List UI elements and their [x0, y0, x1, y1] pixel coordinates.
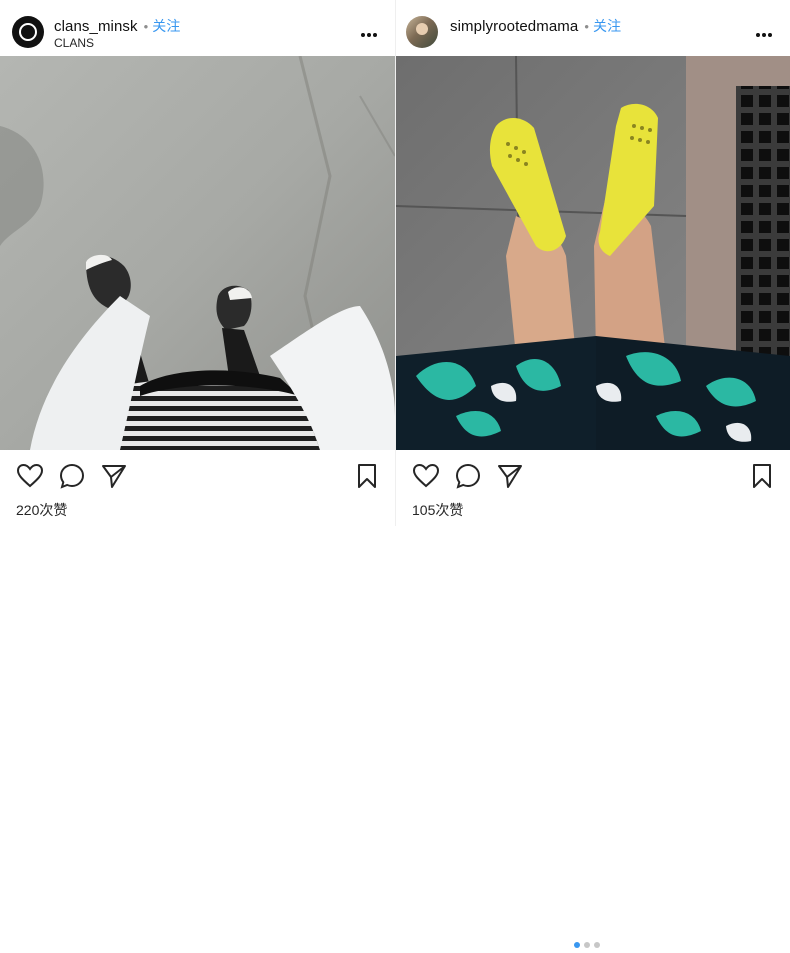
instagram-feed: clans_minsk • 关注 CLANS 220次赞 simplyroote…: [0, 0, 790, 948]
post-simplyrootedmama: simplyrootedmama • 关注 105次赞: [396, 0, 790, 948]
follow-button[interactable]: 关注: [593, 18, 621, 34]
likes-count[interactable]: 105次赞: [412, 500, 463, 520]
comment-icon[interactable]: [454, 462, 482, 490]
photo-feet-yellow-shoes: [396, 56, 790, 450]
more-icon[interactable]: [361, 24, 379, 37]
username: clans_minsk • 关注: [54, 16, 181, 36]
post-actions: [396, 460, 790, 948]
post-clans-minsk: clans_minsk • 关注 CLANS 220次赞: [0, 0, 395, 526]
bookmark-icon[interactable]: [355, 462, 379, 490]
post-header: clans_minsk • 关注 CLANS: [0, 8, 395, 56]
share-icon[interactable]: [100, 462, 128, 490]
heart-icon[interactable]: [412, 462, 440, 490]
username: simplyrootedmama • 关注: [450, 16, 621, 36]
separator-dot: •: [584, 19, 589, 34]
avatar[interactable]: [12, 16, 44, 48]
bookmark-icon[interactable]: [750, 462, 774, 490]
username-link[interactable]: clans_minsk: [54, 18, 138, 35]
photo-feet-black-shoes: [0, 56, 395, 450]
post-image[interactable]: [0, 56, 395, 450]
share-icon[interactable]: [496, 462, 524, 490]
carousel-indicator[interactable]: [574, 935, 604, 953]
location-label[interactable]: CLANS: [54, 36, 94, 50]
follow-button[interactable]: 关注: [152, 18, 180, 34]
post-actions: [0, 460, 395, 494]
more-icon[interactable]: [756, 24, 774, 37]
username-link[interactable]: simplyrootedmama: [450, 18, 578, 35]
carousel-dot-active[interactable]: [574, 942, 580, 948]
post-image[interactable]: [396, 56, 790, 450]
avatar[interactable]: [406, 16, 438, 48]
carousel-dot[interactable]: [594, 942, 600, 948]
heart-icon[interactable]: [16, 462, 44, 490]
comment-icon[interactable]: [58, 462, 86, 490]
likes-count[interactable]: 220次赞: [16, 500, 67, 520]
clans-logo-icon: [19, 23, 37, 41]
separator-dot: •: [143, 19, 149, 34]
post-header: simplyrootedmama • 关注: [396, 8, 790, 56]
carousel-dot[interactable]: [584, 942, 590, 948]
